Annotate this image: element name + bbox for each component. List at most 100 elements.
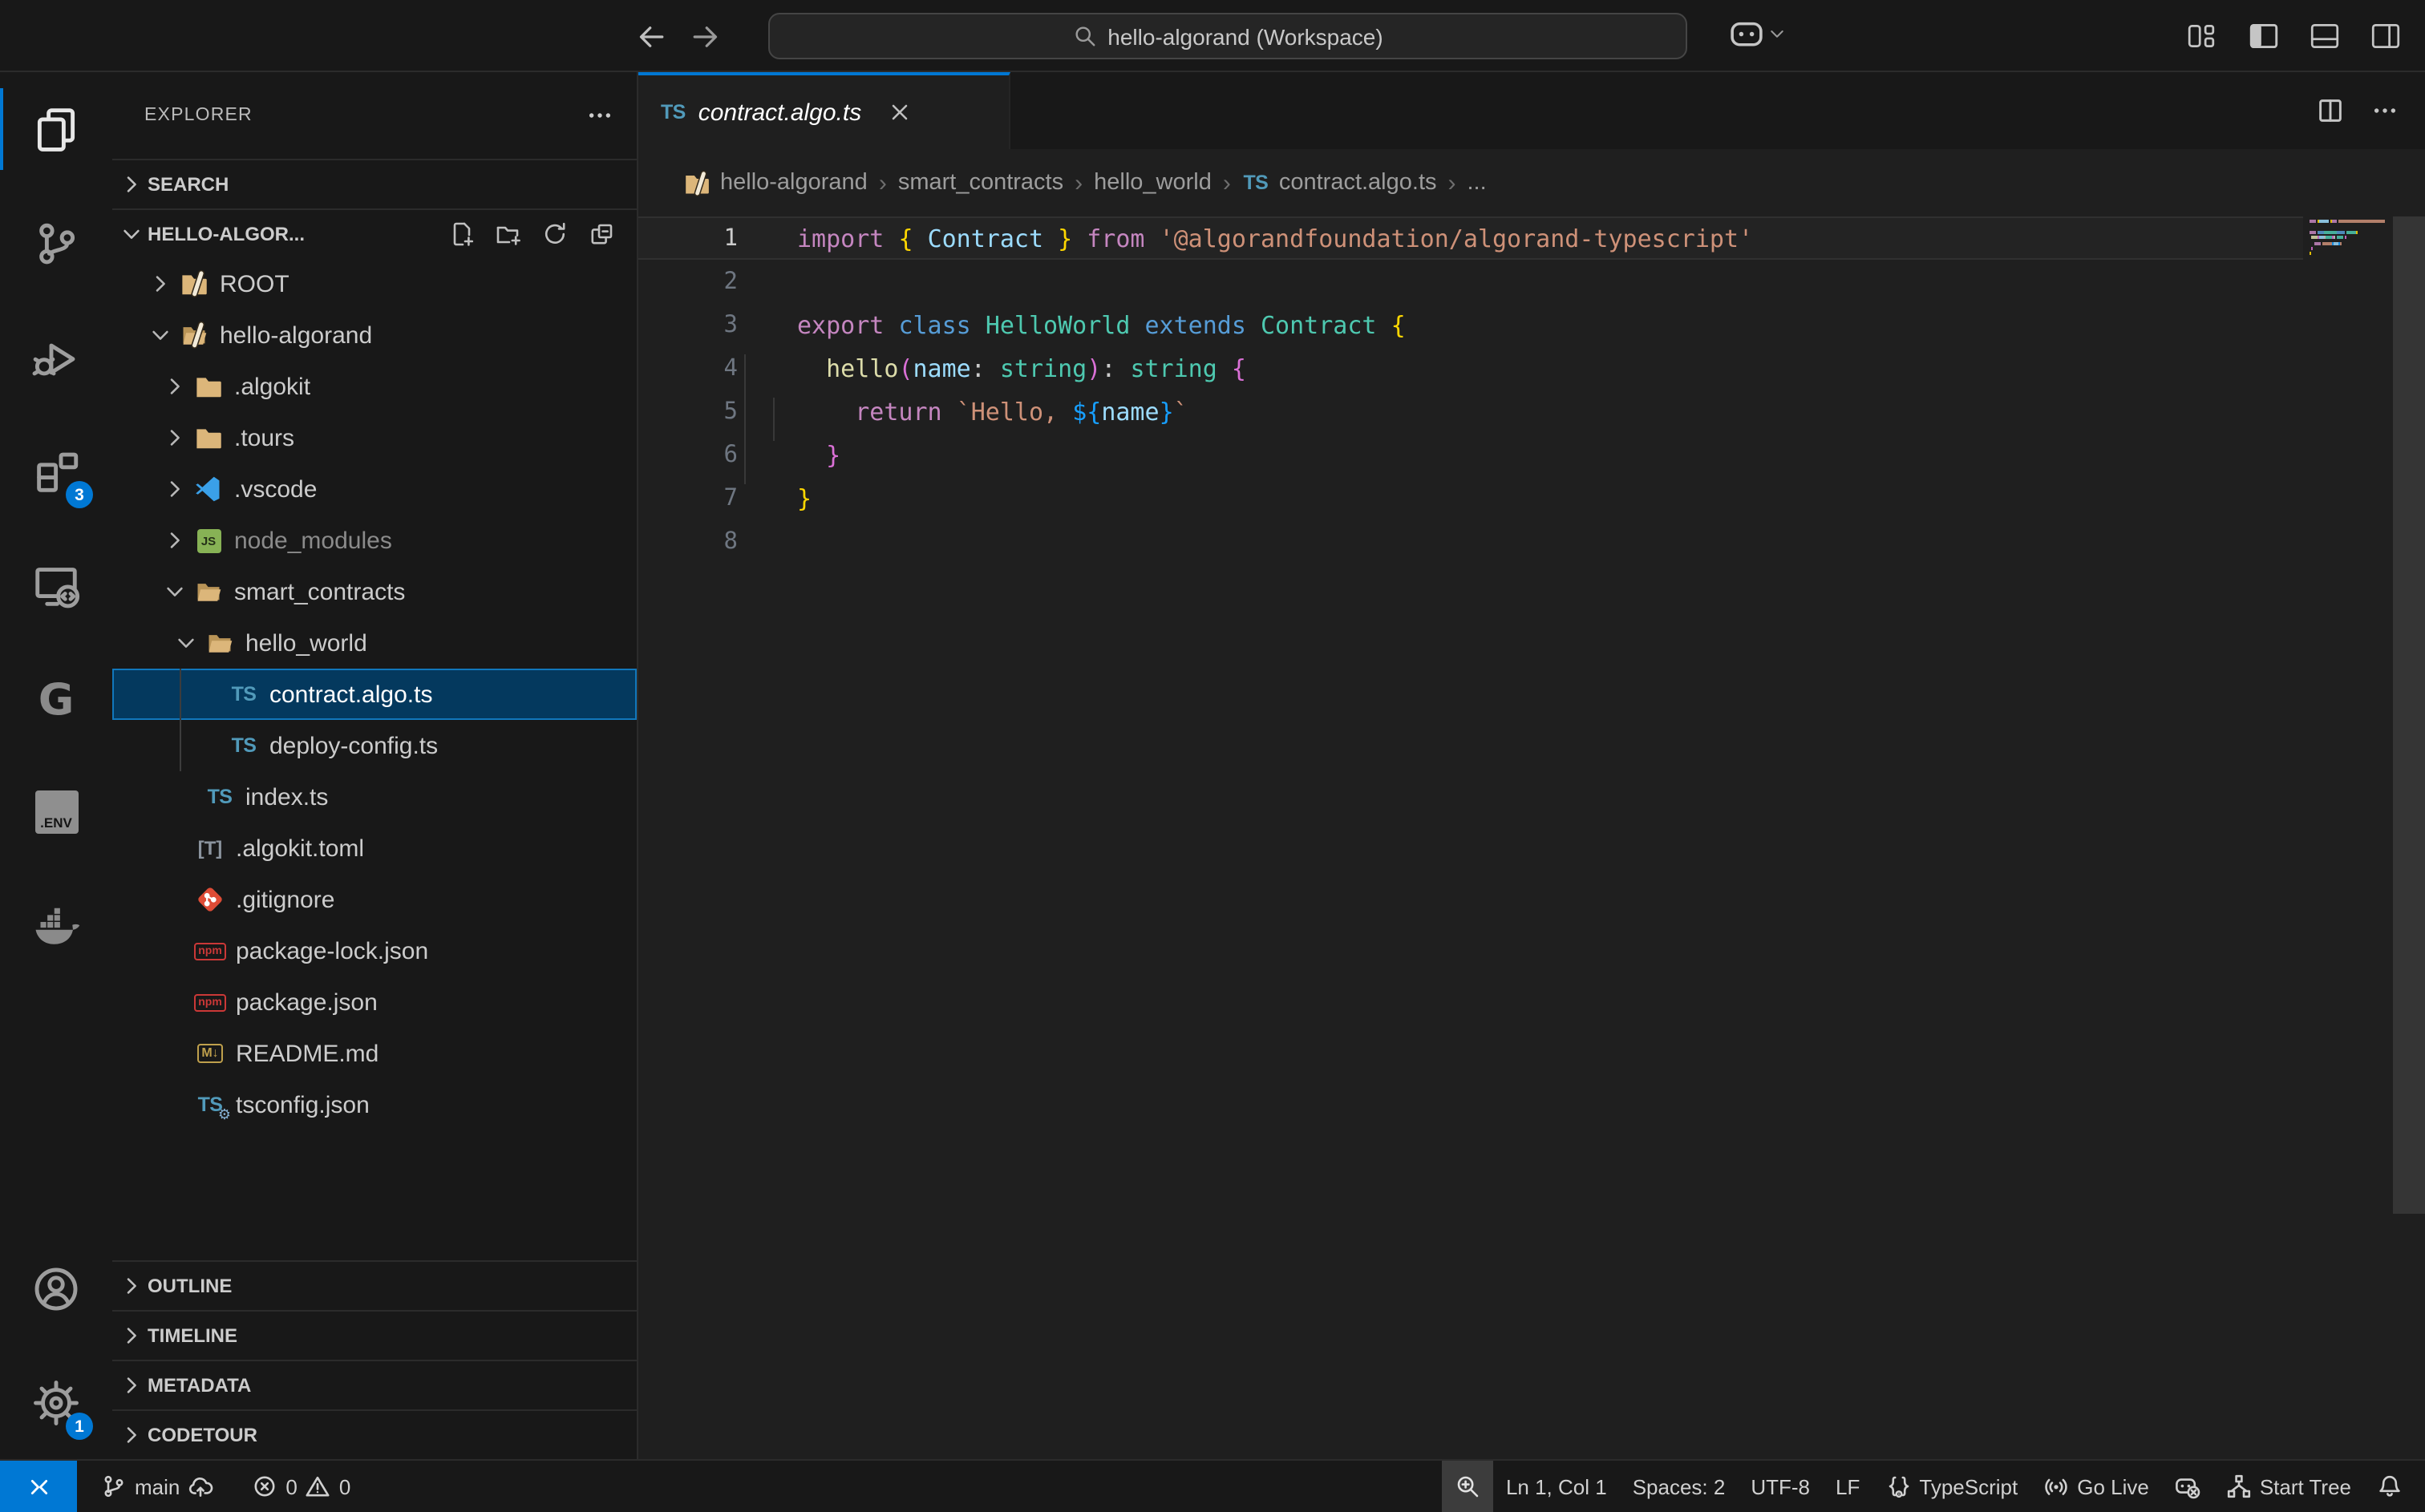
activity-item-dotenv[interactable]: .ENV [0,755,112,869]
activity-item-docker[interactable] [0,869,112,983]
status-start-tree[interactable]: Start Tree [2213,1461,2364,1512]
status-copilot-status[interactable] [2162,1461,2213,1512]
breadcrumb-separator: › [1448,169,1456,196]
toml-file-icon: [T] [196,834,225,863]
status-cursor-position[interactable]: Ln 1, Col 1 [1493,1461,1620,1512]
breadcrumb-label: contract.algo.ts [1279,170,1437,196]
activity-item-extensions[interactable]: 3 [0,414,112,528]
activity-item-run-and-debug[interactable] [0,300,112,414]
branch-status[interactable]: main [88,1461,226,1512]
history-forward-icon[interactable] [690,20,722,52]
code-text: export class HelloWorld extends Contract… [738,310,1406,339]
new-file-icon[interactable] [449,221,475,247]
chevron-down-icon [1767,24,1787,43]
tree-item-package-json[interactable]: npmpackage.json [112,976,637,1028]
section-timeline[interactable]: TIMELINE [112,1310,637,1360]
code-line-6[interactable]: 6 } [638,433,2303,476]
tree-item-hello-algorand[interactable]: hello-algorand [112,309,637,361]
remote-explorer-icon [32,560,80,608]
status-indentation[interactable]: Spaces: 2 [1620,1461,1739,1512]
sidebar-bottom-sections: OUTLINETIMELINEMETADATACODETOUR [112,1260,637,1459]
tree-item-package-lock-json[interactable]: npmpackage-lock.json [112,925,637,976]
code-line-7[interactable]: 7} [638,476,2303,519]
code-line-5[interactable]: 5 return `Hello, ${name}` [638,390,2303,433]
npm-file-icon: npm [196,988,225,1017]
tab-contract-algo-ts[interactable]: TS contract.algo.ts [638,72,1010,149]
tree-item--gitignore[interactable]: .gitignore [112,874,637,925]
activity-item-accounts[interactable] [0,1231,112,1345]
status-go-live[interactable]: Go Live [2030,1461,2162,1512]
titlebar: hello-algorand (Workspace) [0,0,2425,72]
tree-item-root[interactable]: ROOT [112,258,637,309]
breadcrumb-item-hello-world[interactable]: hello_world [1094,170,1212,196]
tree-item--tours[interactable]: .tours [112,412,637,463]
code-line-8[interactable]: 8 [638,519,2303,563]
code-line-3[interactable]: 3export class HelloWorld extends Contrac… [638,303,2303,346]
history-back-icon[interactable] [635,20,667,52]
activity-item-remote-explorer[interactable] [0,528,112,641]
tree-item-smart-contracts[interactable]: smart_contracts [112,566,637,617]
section-search[interactable]: SEARCH [112,159,637,208]
collapse-all-icon[interactable] [589,221,614,247]
tree-item-node-modules[interactable]: JSnode_modules [112,515,637,566]
tree-item--algokit[interactable]: .algokit [112,361,637,412]
more-actions-icon[interactable] [2370,96,2399,125]
code-line-2[interactable]: 2 [638,260,2303,303]
status-notifications[interactable] [2364,1461,2415,1512]
status-zoom-status[interactable] [1442,1461,1493,1512]
code-line-1[interactable]: 1import { Contract } from '@algorandfoun… [638,216,2303,260]
refresh-icon[interactable] [542,221,568,247]
tree-item-index-ts[interactable]: TSindex.ts [112,771,637,823]
sidebar-title: EXPLORER [144,106,253,125]
customize-layout-icon[interactable] [2186,19,2220,53]
activity-item-settings[interactable]: 1 [0,1345,112,1459]
tree-item-label: hello_world [245,629,367,657]
status-encoding[interactable]: UTF-8 [1738,1461,1823,1512]
minimap-slider[interactable] [2393,216,2425,1214]
views-and-more-actions-icon[interactable] [585,101,614,130]
chevron-right-icon [119,1373,144,1398]
section-outline[interactable]: OUTLINE [112,1260,637,1310]
minimap[interactable] [2306,216,2425,1459]
breadcrumb-item-contract-algo-ts[interactable]: TScontract.algo.ts [1242,169,1437,196]
section-workspace[interactable]: HELLO-ALGOR... [112,208,637,258]
tree-item-deploy-config-ts[interactable]: TSdeploy-config.ts [112,720,637,771]
chevron-right-icon [119,1422,144,1448]
tree-item-tsconfig-json[interactable]: TS⚙tsconfig.json [112,1079,637,1130]
layout-sidebar-left-icon[interactable] [2247,19,2281,53]
tree-item-label: .tours [234,424,294,451]
new-folder-icon[interactable] [496,221,521,247]
tree-item-contract-algo-ts[interactable]: TScontract.algo.ts [112,669,637,720]
split-editor-icon[interactable] [2316,96,2345,125]
minimap-line [2310,257,2386,261]
breadcrumb-item--[interactable]: ... [1468,170,1487,196]
section-codetour[interactable]: CODETOUR [112,1409,637,1459]
activity-item-algokit[interactable]: G [0,641,112,755]
code-line-4[interactable]: 4 hello(name: string): string { [638,346,2303,390]
tree-item-hello-world[interactable]: hello_world [112,617,637,669]
layout-panel-icon[interactable] [2308,19,2342,53]
tree-item-readme-md[interactable]: M↓README.md [112,1028,637,1079]
copilot-menu-button[interactable] [1729,16,1787,51]
breadcrumb-separator: › [1223,169,1231,196]
status-eol[interactable]: LF [1823,1461,1872,1512]
command-center[interactable]: hello-algorand (Workspace) [768,13,1687,59]
activity-item-explorer[interactable] [0,72,112,186]
breadcrumb-item-smart-contracts[interactable]: smart_contracts [898,170,1063,196]
layout-sidebar-right-icon[interactable] [2369,19,2403,53]
command-center-label: hello-algorand (Workspace) [1107,23,1383,49]
problems-status[interactable]: 0 0 [239,1461,363,1512]
tree-item--algokit-toml[interactable]: [T].algokit.toml [112,823,637,874]
activity-item-source-control[interactable] [0,186,112,300]
tree-item-label: smart_contracts [234,578,405,605]
close-tab-icon[interactable] [887,99,913,125]
tree-item--vscode[interactable]: .vscode [112,463,637,515]
code-text: hello(name: string): string { [738,354,1246,382]
remote-indicator[interactable] [0,1461,77,1512]
chevron-down-icon [119,221,144,247]
section-metadata[interactable]: METADATA [112,1360,637,1409]
chevron-right-icon [162,476,188,502]
breadcrumb-item-hello-algorand[interactable]: hello-algorand [683,169,868,196]
code-editor[interactable]: 1import { Contract } from '@algorandfoun… [638,216,2425,1459]
status-language-mode[interactable]: TypeScript [1872,1461,2030,1512]
